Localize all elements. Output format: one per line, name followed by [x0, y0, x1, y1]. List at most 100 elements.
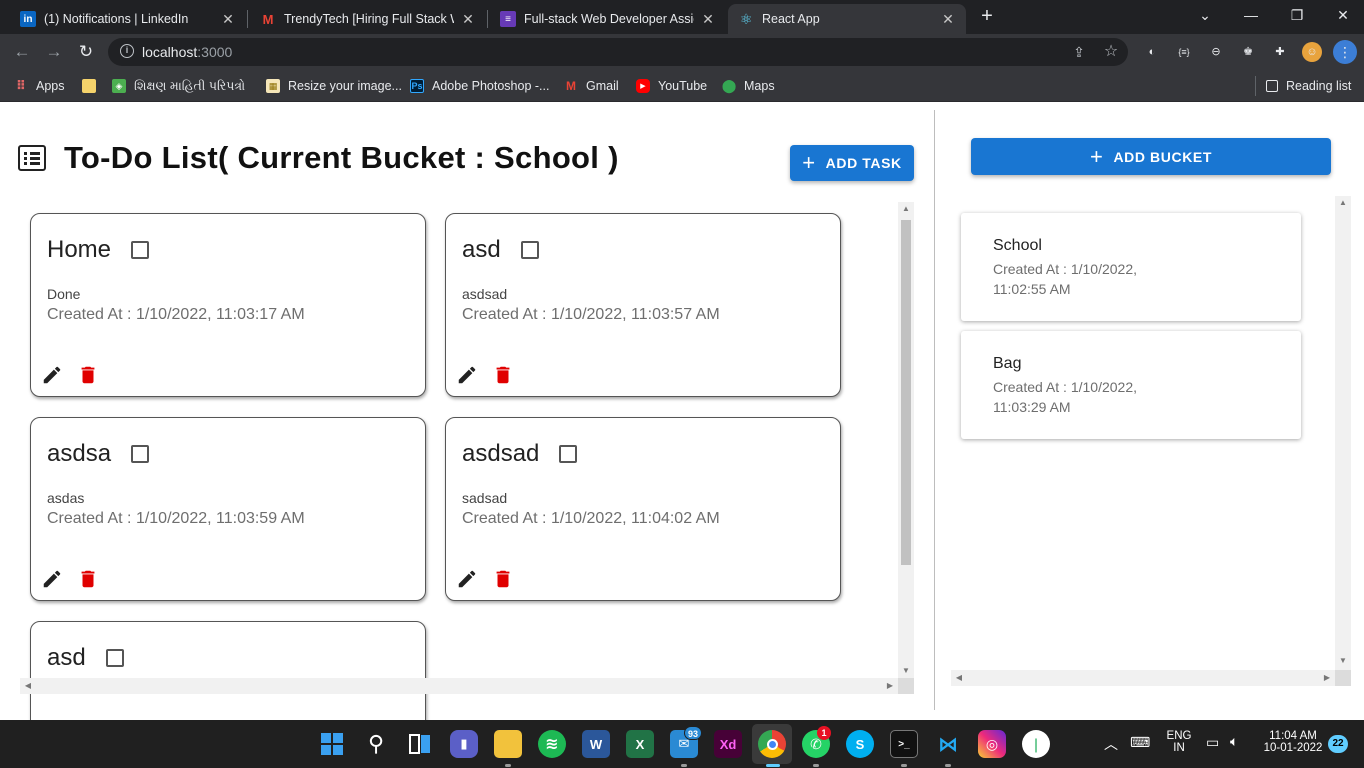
task-actions [41, 568, 113, 590]
extension-spy-icon[interactable]: ♚ [1238, 42, 1258, 62]
edit-pencil-icon[interactable] [456, 364, 478, 386]
scroll-left-arrow-icon[interactable]: ◀ [951, 671, 967, 685]
tab-gmail[interactable]: M TrendyTech [Hiring Full Stack Web ✕ [250, 4, 486, 34]
task-done-checkbox[interactable] [520, 241, 539, 259]
scroll-down-arrow-icon[interactable]: ▼ [898, 664, 914, 678]
tab-linkedin[interactable]: in (1) Notifications | LinkedIn ✕ [10, 4, 246, 34]
delete-trash-icon[interactable] [77, 364, 99, 386]
tab-forms[interactable]: ≡ Full-stack Web Developer Assign ✕ [490, 4, 726, 34]
delete-trash-icon[interactable] [492, 364, 514, 386]
task-title: asdsad [462, 440, 540, 467]
app-active-indicator [766, 764, 780, 767]
bucket-list-horizontal-scrollbar[interactable]: ◀ ▶ [951, 670, 1335, 686]
bookmark-resize-image[interactable]: ▦ Resize your image... [266, 77, 402, 95]
extension-sync-icon[interactable]: ◐ [1142, 42, 1162, 62]
scroll-right-arrow-icon[interactable]: ▶ [882, 679, 898, 693]
clock[interactable]: 11:04 AM 10-01-2022 [1260, 730, 1326, 754]
scroll-up-arrow-icon[interactable]: ▲ [1335, 196, 1351, 210]
mongodb-compass-icon[interactable]: ❘ [1022, 730, 1050, 758]
scroll-left-arrow-icon[interactable]: ◀ [20, 679, 36, 693]
edit-pencil-icon[interactable] [41, 364, 63, 386]
search-icon[interactable]: ⚲ [362, 730, 390, 758]
word-icon[interactable]: W [582, 730, 610, 758]
terminal-icon[interactable]: >_ [890, 730, 918, 758]
keyboard-icon[interactable]: ⌨ [1130, 734, 1150, 751]
extensions-puzzle-icon[interactable]: ✚ [1270, 42, 1290, 62]
bookmark-apps[interactable]: ⠿ Apps [14, 77, 65, 95]
task-done-checkbox[interactable] [131, 241, 150, 259]
notification-count-badge[interactable]: 22 [1328, 735, 1348, 753]
restore-icon[interactable]: ❐ [1282, 4, 1312, 26]
excel-icon[interactable]: X [626, 730, 654, 758]
task-description: asdsad [462, 286, 508, 302]
bookmark-photoshop[interactable]: Ps Adobe Photoshop -... [410, 77, 549, 95]
extension-grammar-icon[interactable]: ⊖ [1206, 42, 1226, 62]
app-running-indicator [681, 764, 687, 767]
close-icon[interactable]: ✕ [460, 11, 476, 28]
edit-pencil-icon[interactable] [456, 568, 478, 590]
task-actions [41, 364, 113, 386]
bookmark-folder[interactable] [82, 77, 104, 95]
scroll-down-arrow-icon[interactable]: ▼ [1335, 654, 1351, 668]
task-view-icon[interactable] [406, 730, 434, 758]
edit-pencil-icon[interactable] [41, 568, 63, 590]
bookmark-education-circulars[interactable]: ◈ શિક્ષણ માહિતી પરિપત્રો [112, 77, 245, 95]
browser-menu-icon[interactable]: ⋮ [1333, 40, 1357, 64]
reading-list-button[interactable]: Reading list [1266, 77, 1351, 95]
site-icon: ◈ [112, 79, 126, 93]
instagram-icon[interactable]: ◎ [978, 730, 1006, 758]
extension-json-icon[interactable]: {≡} [1174, 42, 1194, 62]
app-running-indicator [901, 764, 907, 767]
start-icon[interactable] [318, 730, 346, 758]
tab-react-app[interactable]: ⚛ React App ✕ [728, 4, 966, 34]
bookmark-maps[interactable]: ⬤ Maps [722, 77, 775, 95]
bookmark-youtube[interactable]: ▶ YouTube [636, 77, 707, 95]
list-icon [18, 145, 46, 171]
forward-icon[interactable]: → [42, 40, 66, 64]
task-list-vertical-scrollbar[interactable]: ▲ ▼ [898, 202, 914, 680]
language-indicator[interactable]: ENG IN [1162, 730, 1196, 754]
spotify-icon[interactable]: ≋ [538, 730, 566, 758]
bookmark-star-icon[interactable]: ☆ [1102, 43, 1120, 61]
task-done-checkbox[interactable] [559, 445, 578, 463]
task-created-at: Created At : 1/10/2022, 11:04:02 AM [462, 510, 720, 527]
task-created-at: Created At : 1/10/2022, 11:03:17 AM [47, 306, 305, 323]
bookmark-gmail[interactable]: M Gmail [564, 77, 619, 95]
site-info-icon[interactable]: i [120, 44, 134, 58]
bucket-list-vertical-scrollbar[interactable]: ▲ ▼ [1335, 196, 1351, 670]
profile-avatar-icon[interactable]: ☺ [1302, 42, 1322, 62]
adobe-xd-icon[interactable]: Xd [714, 730, 742, 758]
task-done-checkbox[interactable] [105, 649, 124, 667]
tab-search-chevron-icon[interactable]: ⌄ [1190, 4, 1220, 26]
new-tab-button[interactable]: + [976, 5, 998, 29]
bucket-card-bag[interactable]: Bag Created At : 1/10/2022, 11:03:29 AM [961, 331, 1301, 439]
close-icon[interactable]: ✕ [220, 11, 236, 28]
close-icon[interactable]: ✕ [700, 11, 716, 28]
bucket-card-school[interactable]: School Created At : 1/10/2022, 11:02:55 … [961, 213, 1301, 321]
add-bucket-button[interactable]: + ADD BUCKET [971, 138, 1331, 175]
back-icon[interactable]: ← [10, 40, 34, 64]
task-done-checkbox[interactable] [131, 445, 150, 463]
network-icon[interactable]: ▭ [1206, 734, 1219, 751]
skype-icon[interactable]: S [846, 730, 874, 758]
delete-trash-icon[interactable] [77, 568, 99, 590]
app-running-indicator [813, 764, 819, 767]
delete-trash-icon[interactable] [492, 568, 514, 590]
file-explorer-icon[interactable] [494, 730, 522, 758]
volume-icon[interactable]: 🔈︎ [1230, 733, 1238, 750]
scroll-right-arrow-icon[interactable]: ▶ [1319, 671, 1335, 685]
address-bar[interactable]: i localhost:3000 ⇪ ☆ [108, 38, 1128, 66]
add-task-button[interactable]: + ADD TASK [790, 145, 914, 181]
share-icon[interactable]: ⇪ [1070, 43, 1088, 61]
scroll-up-arrow-icon[interactable]: ▲ [898, 202, 914, 216]
tray-overflow-chevron-icon[interactable]: ︿ [1104, 734, 1118, 754]
close-icon[interactable]: ✕ [940, 11, 956, 28]
teams-chat-icon[interactable]: ▮ [450, 730, 478, 758]
chrome-icon[interactable] [758, 730, 786, 758]
scrollbar-thumb[interactable] [901, 220, 911, 565]
window-close-icon[interactable]: ✕ [1328, 4, 1358, 26]
minimize-icon[interactable]: — [1236, 4, 1266, 26]
task-list-horizontal-scrollbar[interactable]: ◀ ▶ [20, 678, 898, 694]
vscode-icon[interactable]: ⋈ [934, 730, 962, 758]
reload-icon[interactable]: ↻ [74, 40, 98, 64]
